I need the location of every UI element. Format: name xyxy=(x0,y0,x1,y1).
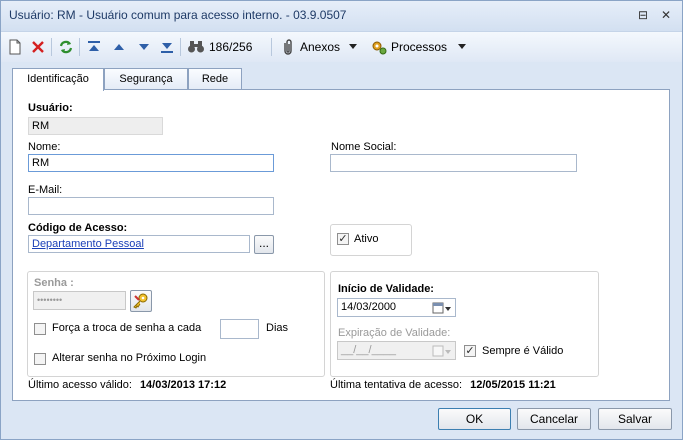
codigo-acesso-link[interactable]: Departamento Pessoal xyxy=(32,238,144,250)
codigo-acesso-field[interactable]: Departamento Pessoal xyxy=(28,235,250,253)
search-binoculars-icon[interactable]: 186/256 xyxy=(187,38,252,56)
ativo-label: Ativo xyxy=(354,233,379,245)
key-pencil-icon xyxy=(133,293,148,309)
calendar-dropdown-icon-disabled xyxy=(432,342,452,364)
sempre-valido-label: Sempre é Válido xyxy=(482,345,564,357)
alterar-senha-label: Alterar senha no Próximo Login xyxy=(52,352,207,364)
forca-troca-checkbox[interactable] xyxy=(34,323,46,335)
inicio-validade-label: Início de Validade: xyxy=(338,283,434,295)
new-document-icon[interactable] xyxy=(8,38,22,56)
tab-rede[interactable]: Rede xyxy=(188,68,242,90)
cancel-button[interactable]: Cancelar xyxy=(517,408,591,430)
inicio-validade-value: 14/03/2000 xyxy=(341,301,397,313)
pin-icon[interactable]: ⊟ xyxy=(635,7,651,23)
dias-field[interactable] xyxy=(220,319,259,339)
senha-field: •••••••• xyxy=(33,291,126,310)
chevron-down-icon xyxy=(349,44,358,49)
chevron-down-icon xyxy=(458,44,467,49)
tab-seguranca[interactable]: Segurança xyxy=(104,68,188,90)
codigo-acesso-label: Código de Acesso: xyxy=(28,222,128,234)
attachments-button[interactable]: Anexos xyxy=(280,38,358,56)
first-record-icon[interactable] xyxy=(87,38,101,56)
last-record-icon[interactable] xyxy=(160,38,174,56)
previous-record-icon[interactable] xyxy=(112,38,126,56)
expiracao-value: __/__/____ xyxy=(341,344,397,356)
save-button[interactable]: Salvar xyxy=(598,408,672,430)
ativo-checkbox[interactable]: ✓ xyxy=(337,233,349,245)
delete-icon[interactable] xyxy=(31,38,45,56)
lookup-button[interactable]: ... xyxy=(254,235,274,254)
toolbar: 186/256 Anexos Processos xyxy=(1,32,682,62)
processes-label: Processos xyxy=(391,40,448,54)
expiracao-field: __/__/____ xyxy=(337,341,456,360)
refresh-icon[interactable] xyxy=(58,38,74,56)
title-bar: Usuário: RM - Usuário comum para acesso … xyxy=(1,1,682,32)
usuario-label: Usuário: xyxy=(28,102,73,114)
alterar-senha-checkbox[interactable] xyxy=(34,353,46,365)
dialog-window: Usuário: RM - Usuário comum para acesso … xyxy=(0,0,683,440)
nome-label: Nome: xyxy=(28,141,61,153)
ultima-tentativa-label: Última tentativa de acesso: xyxy=(330,379,463,391)
email-label: E-Mail: xyxy=(28,184,63,196)
email-field[interactable] xyxy=(28,197,274,215)
next-record-icon[interactable] xyxy=(137,38,151,56)
nome-field[interactable]: RM xyxy=(28,154,274,172)
dias-label: Dias xyxy=(266,322,289,334)
nome-social-label: Nome Social: xyxy=(331,141,397,153)
close-icon[interactable]: ✕ xyxy=(658,7,674,23)
attachments-label: Anexos xyxy=(300,40,341,54)
attachment-icon xyxy=(284,39,292,55)
ultimo-acesso-label: Último acesso válido: xyxy=(28,379,132,391)
window-title: Usuário: RM - Usuário comum para acesso … xyxy=(9,8,347,22)
senha-label: Senha : xyxy=(34,277,74,289)
ultima-tentativa-value: 12/05/2015 11:21 xyxy=(470,379,556,391)
record-counter: 186/256 xyxy=(209,40,253,54)
expiracao-label: Expiração de Validade: xyxy=(338,327,451,339)
processes-icon xyxy=(372,41,387,55)
ultimo-acesso-value: 14/03/2013 17:12 xyxy=(139,379,227,391)
usuario-field: RM xyxy=(28,117,163,135)
change-password-button[interactable] xyxy=(130,290,152,312)
sempre-valido-checkbox[interactable]: ✓ xyxy=(464,345,476,357)
forca-troca-label: Força a troca de senha a cada xyxy=(52,322,202,334)
processes-button[interactable]: Processos xyxy=(371,38,467,56)
nome-social-field[interactable] xyxy=(330,154,577,172)
ultima-tentativa-status: Última tentativa de acesso: 12/05/2015 11… xyxy=(330,379,556,391)
calendar-dropdown-icon[interactable] xyxy=(432,299,452,321)
tab-identificacao[interactable]: Identificação xyxy=(12,68,104,91)
inicio-validade-field[interactable]: 14/03/2000 xyxy=(337,298,456,317)
ultimo-acesso-status: Último acesso válido: 14/03/2013 17:12 xyxy=(28,379,226,391)
ok-button[interactable]: OK xyxy=(438,408,511,430)
